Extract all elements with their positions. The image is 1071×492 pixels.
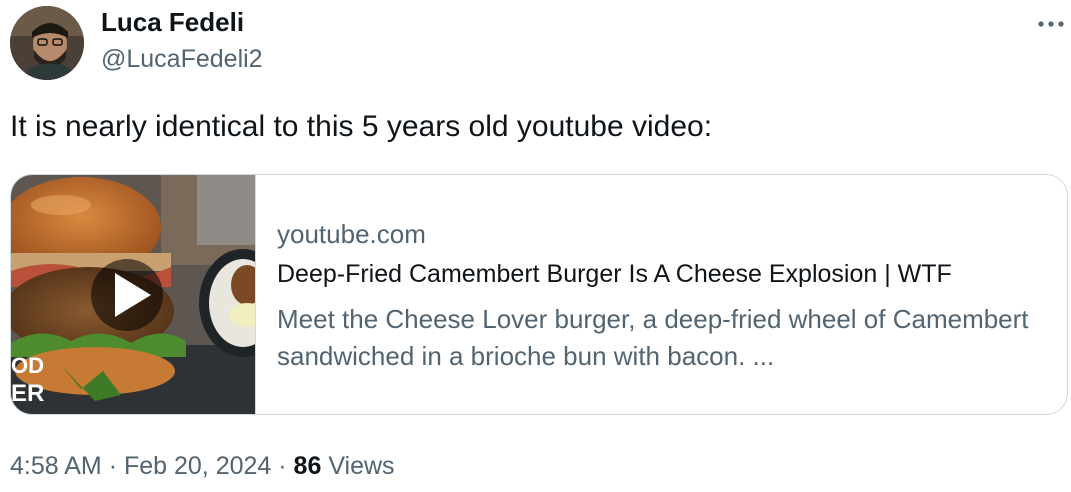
- card-body[interactable]: youtube.com Deep-Fried Camembert Burger …: [277, 175, 1057, 414]
- author-name[interactable]: Luca Fedeli: [101, 7, 244, 38]
- card-divider: [255, 175, 256, 414]
- views-label: Views: [328, 452, 395, 480]
- avatar-image: [10, 6, 84, 80]
- thumbnail-image: OD ER: [11, 175, 255, 414]
- views-count: 86: [293, 452, 322, 480]
- card-description: Meet the Cheese Lover burger, a deep-fri…: [277, 304, 1029, 371]
- author-handle[interactable]: @LucaFedeli2: [101, 45, 263, 74]
- card-domain: youtube.com: [277, 219, 426, 249]
- tweet-meta: 4:58 AM · Feb 20, 2024 · 86 Views: [10, 452, 395, 481]
- play-button[interactable]: [91, 259, 163, 331]
- tweet: Luca Fedeli @LucaFedeli2 It is nearly id…: [0, 0, 1071, 492]
- avatar[interactable]: [10, 6, 84, 80]
- tweet-text: It is nearly identical to this 5 years o…: [10, 110, 713, 143]
- meta-separator: ·: [278, 452, 287, 480]
- meta-separator: ·: [108, 452, 118, 480]
- tweet-date[interactable]: Feb 20, 2024: [124, 452, 271, 480]
- more-dots-icon: [1038, 21, 1064, 27]
- thumbnail-watermark-line2: ER: [11, 380, 44, 407]
- card-title: Deep-Fried Camembert Burger Is A Cheese …: [277, 260, 952, 288]
- link-preview-card[interactable]: OD ER youtube.com Deep-Fried Camembert B…: [10, 174, 1068, 415]
- tweet-time[interactable]: 4:58 AM: [10, 452, 102, 480]
- video-thumbnail[interactable]: OD ER: [11, 175, 255, 414]
- thumbnail-watermark-line1: OD: [11, 353, 44, 378]
- more-options-button[interactable]: [1033, 6, 1069, 42]
